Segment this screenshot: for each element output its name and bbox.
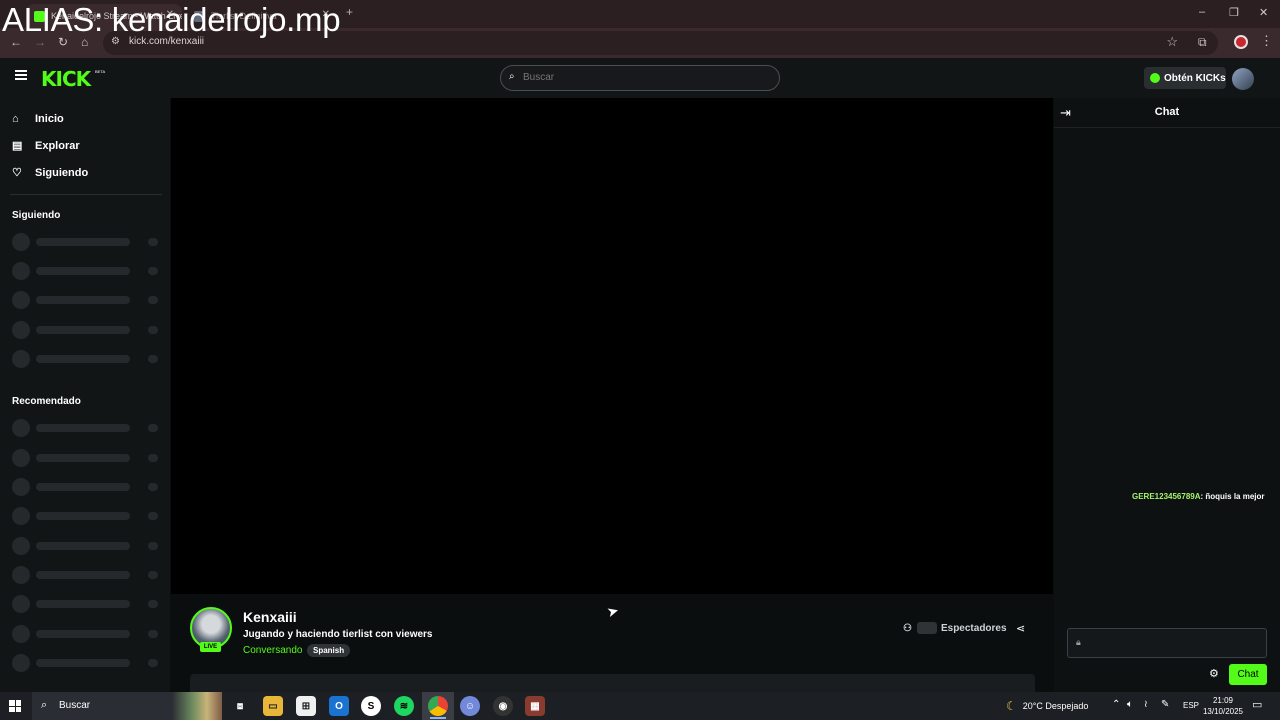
steelseries-icon[interactable]: S (361, 696, 381, 716)
language-indicator[interactable]: ESP (1183, 701, 1199, 710)
active-indicator (430, 717, 446, 719)
clock-date: 13/10/2025 (1202, 707, 1244, 716)
skeleton-row (12, 537, 160, 555)
lock-icon: 🔒︎ (1076, 637, 1081, 647)
compass-icon: ▤ (12, 140, 23, 152)
share-icon[interactable]: ⋖ (1016, 622, 1025, 635)
volume-icon[interactable]: 🔈︎ (1127, 699, 1133, 710)
windows-taskbar: ⌕ Buscar ⧈ ▭ ⊞ O S ≋ ☺ ◉ ▦ ☾ 20°C Despej… (0, 692, 1280, 720)
skeleton-row (12, 321, 160, 339)
spotify-icon[interactable]: ≋ (394, 696, 414, 716)
bookmark-star-icon[interactable]: ☆ (1166, 34, 1178, 50)
minimize-icon[interactable]: – (1199, 6, 1205, 18)
taskbar-search-label: Buscar (59, 700, 91, 711)
skeleton-row (12, 291, 160, 309)
viewer-count-placeholder (916, 622, 937, 634)
outlook-icon[interactable]: O (329, 696, 349, 716)
beta-badge: BETA (95, 69, 106, 74)
chat-panel: ⇥ Chat GERE123456789A: ñoquis la mejor 🔒… (1054, 98, 1280, 692)
sidebar-item-siguiendo[interactable]: ♡ Siguiendo (12, 166, 89, 180)
alias-overlay: ALIAS: kenaidelrojo.mp (2, 1, 341, 38)
search-icon: ⌕ (41, 699, 48, 711)
chat-input[interactable]: 🔒︎ (1067, 628, 1267, 658)
menu-icon[interactable] (15, 70, 27, 80)
skeleton-row (12, 595, 160, 613)
chrome-icon[interactable] (428, 696, 448, 716)
kick-logo[interactable]: KICK (41, 67, 91, 91)
skeleton-row (12, 625, 160, 643)
sidebar-item-label: Siguiendo (35, 166, 89, 179)
stream-title: Jugando y haciendo tierlist con viewers (243, 629, 433, 640)
screen: Kenaidelrojo Stream - Watch Live on Kick… (0, 0, 1280, 720)
skeleton-row (12, 449, 160, 467)
discord-icon[interactable]: ☺ (460, 696, 480, 716)
following-heading: Siguiendo (12, 210, 61, 221)
kick-header: KICK BETA ⌕ Obtén KICKs (0, 58, 1280, 98)
browser-profile-icon[interactable] (1234, 35, 1248, 49)
kicks-coin-icon (1150, 73, 1160, 83)
search-highlight-image (172, 692, 222, 720)
moon-icon: ☾ (1006, 699, 1017, 713)
sidebar-item-label: Inicio (35, 113, 64, 125)
clock[interactable]: 21:09 13/10/2025 (1200, 695, 1246, 717)
chat-title: Chat (1154, 106, 1180, 118)
task-view-icon[interactable]: ⧈ (230, 696, 250, 716)
chat-header: ⇥ Chat (1054, 98, 1280, 128)
skeleton-row (12, 566, 160, 584)
send-chat-button[interactable]: Chat (1229, 664, 1267, 685)
chat-message: GERE123456789A: ñoquis la mejor (1132, 492, 1265, 501)
sidebar-divider (10, 194, 162, 195)
restore-icon[interactable]: ❐ (1229, 6, 1239, 19)
channel-name[interactable]: Kenxaiii (243, 609, 297, 625)
notification-icon[interactable]: ▭ (1252, 698, 1262, 711)
search-input[interactable] (523, 72, 763, 83)
search-icon: ⌕ (509, 71, 515, 82)
viewer-count: ⚇ Espectadores (903, 622, 1007, 634)
chat-username[interactable]: GERE123456789A (1132, 492, 1201, 501)
chat-settings-icon[interactable]: ⚙ (1209, 667, 1219, 680)
chat-message-text: : ñoquis la mejor (1200, 492, 1265, 501)
recommended-heading: Recomendado (12, 396, 81, 407)
live-badge: LIVE (200, 642, 221, 652)
store-icon[interactable]: ⊞ (296, 696, 316, 716)
skeleton-row (12, 262, 160, 280)
video-player[interactable] (171, 98, 1053, 594)
skeleton-row (12, 419, 160, 437)
hidden-icons-chevron-icon[interactable]: ⌃ (1112, 699, 1120, 710)
get-kicks-button[interactable]: Obtén KICKs (1144, 67, 1226, 89)
new-tab-icon[interactable]: + (346, 5, 353, 19)
wifi-icon[interactable]: ≀ (1144, 699, 1148, 710)
sidebar-item-label: Explorar (35, 139, 80, 152)
weather-text: 20°C Despejado (1022, 701, 1089, 711)
game-app-icon[interactable]: ▦ (525, 696, 545, 716)
skeleton-row (12, 654, 160, 672)
heart-icon: ♡ (12, 167, 22, 179)
skeleton-row (12, 478, 160, 496)
skeleton-row (12, 233, 160, 251)
obs-icon[interactable]: ◉ (493, 696, 513, 716)
sidebar-item-explorar[interactable]: ▤ Explorar (12, 139, 80, 153)
skeleton-row (12, 350, 160, 368)
search-box[interactable]: ⌕ (500, 65, 780, 91)
home-icon: ⌂ (12, 113, 19, 125)
pen-icon[interactable]: ✎ (1161, 699, 1169, 710)
user-avatar[interactable] (1232, 68, 1254, 90)
file-explorer-icon[interactable]: ▭ (263, 696, 283, 716)
windows-start-icon[interactable] (9, 700, 21, 712)
extensions-icon[interactable]: ⧉ (1198, 35, 1207, 50)
below-player-panel (190, 674, 1035, 692)
weather-widget[interactable]: ☾ 20°C Despejado (1006, 699, 1088, 713)
skeleton-row (12, 507, 160, 525)
close-window-icon[interactable]: ✕ (1259, 6, 1268, 19)
get-kicks-label: Obtén KICKs (1164, 72, 1226, 84)
browser-menu-icon[interactable]: ⋮ (1260, 33, 1273, 49)
viewers-icon: ⚇ (903, 622, 912, 634)
clock-time: 21:09 (1212, 696, 1234, 705)
language-tag[interactable]: Spanish (307, 644, 351, 657)
sidebar: ⌂ Inicio ▤ Explorar ♡ Siguiendo Siguiend… (0, 98, 170, 692)
viewers-label: Espectadores (940, 622, 1007, 634)
stream-category[interactable]: Conversando (243, 645, 302, 656)
sidebar-item-inicio[interactable]: ⌂ Inicio (12, 113, 64, 125)
